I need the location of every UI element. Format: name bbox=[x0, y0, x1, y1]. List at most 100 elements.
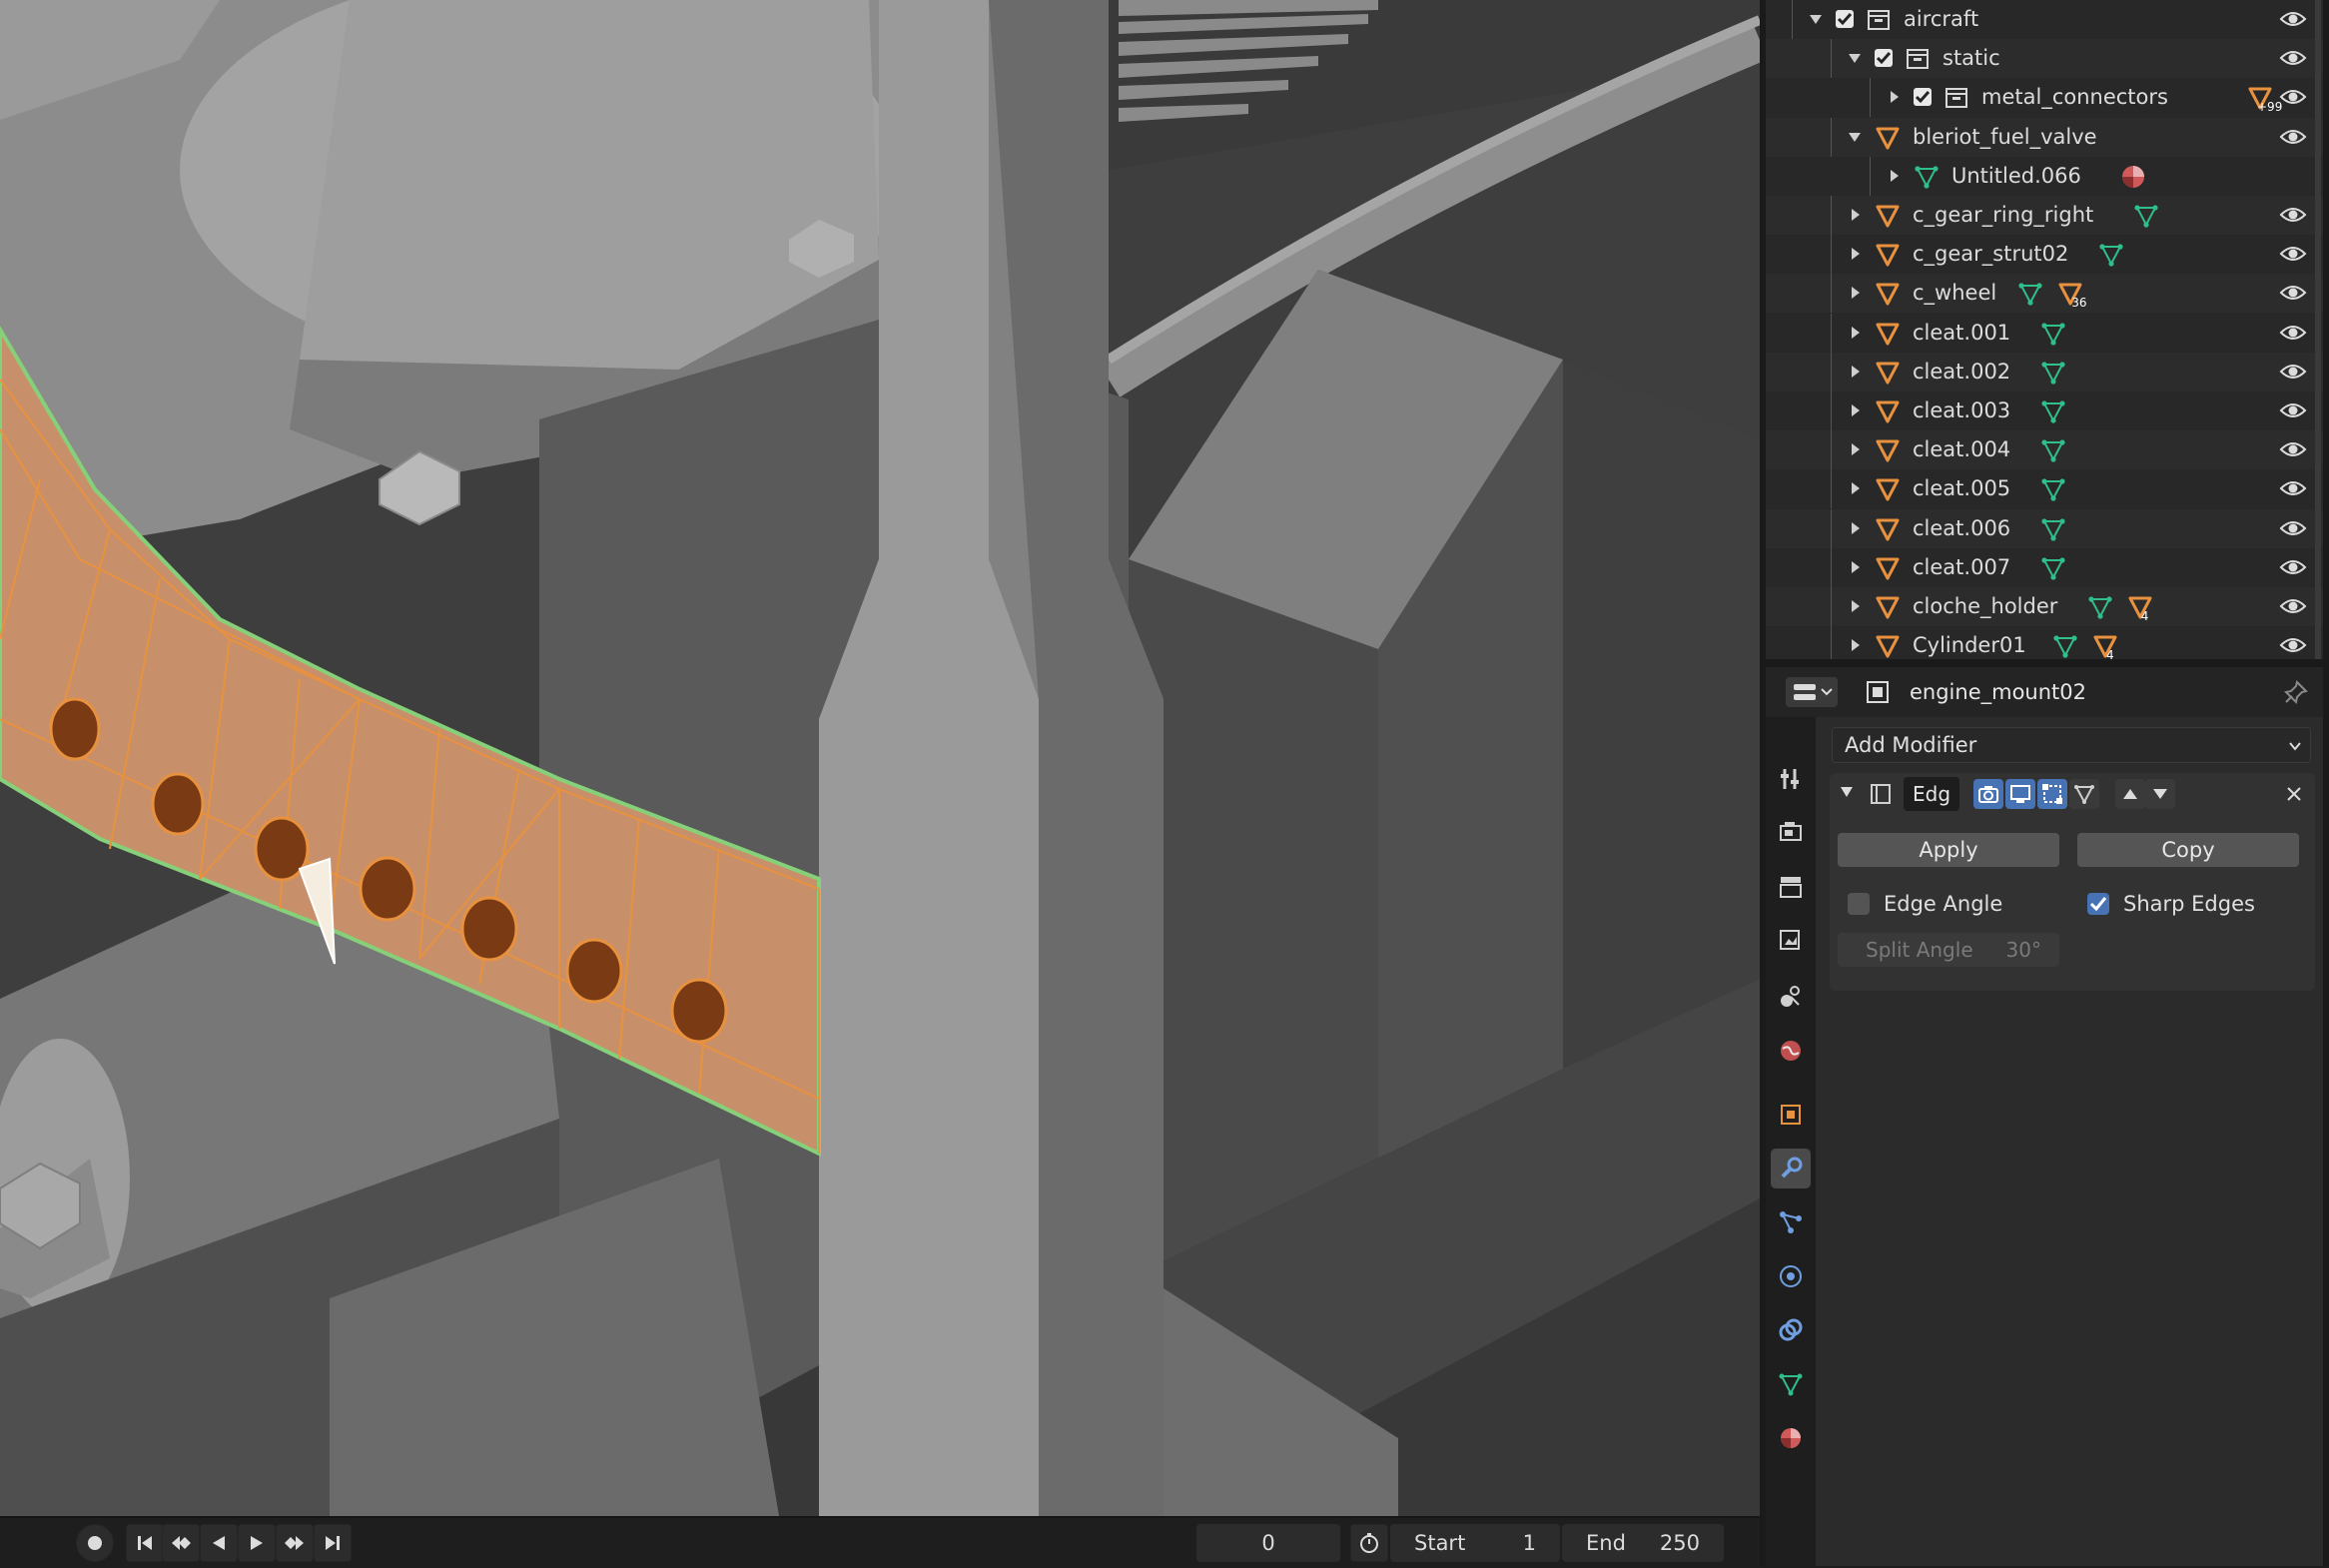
properties-tab-modifier[interactable] bbox=[1771, 1149, 1811, 1188]
expanded-triangle-icon[interactable] bbox=[1847, 129, 1863, 145]
realtime-toggle[interactable] bbox=[2005, 779, 2035, 809]
outliner-row[interactable]: cleat.001 bbox=[1766, 313, 2323, 353]
eye-icon[interactable] bbox=[2279, 634, 2307, 656]
outliner-row[interactable]: cleat.004 bbox=[1766, 430, 2323, 470]
expanded-triangle-icon[interactable] bbox=[1808, 11, 1824, 27]
exclude-checkbox[interactable] bbox=[1875, 49, 1893, 68]
play-reverse-button[interactable] bbox=[200, 1524, 238, 1562]
eye-icon[interactable] bbox=[2279, 517, 2307, 539]
outliner-scrollbar[interactable] bbox=[2315, 0, 2321, 659]
eye-icon[interactable] bbox=[2279, 361, 2307, 383]
render-toggle[interactable] bbox=[1973, 779, 2003, 809]
editor-type-button[interactable] bbox=[1786, 677, 1838, 707]
outliner-row[interactable]: c_gear_ring_right bbox=[1766, 196, 2323, 235]
eye-icon[interactable] bbox=[2279, 204, 2307, 226]
exclude-checkbox[interactable] bbox=[1836, 10, 1854, 28]
editmode-toggle[interactable] bbox=[2037, 779, 2067, 809]
outliner-row[interactable]: cleat.005 bbox=[1766, 469, 2323, 509]
eye-icon[interactable] bbox=[2279, 282, 2307, 304]
start-frame-field[interactable]: Start 1 bbox=[1390, 1524, 1560, 1562]
eye-icon[interactable] bbox=[2279, 47, 2307, 69]
collapsed-triangle-icon[interactable] bbox=[1847, 637, 1863, 653]
outliner-row[interactable]: cleat.006 bbox=[1766, 508, 2323, 548]
collapsed-triangle-icon[interactable] bbox=[1847, 246, 1863, 262]
collapsed-triangle-icon[interactable] bbox=[1847, 285, 1863, 301]
collapsed-triangle-icon[interactable] bbox=[1847, 364, 1863, 380]
outliner-row[interactable]: Cylinder01 4 bbox=[1766, 626, 2323, 659]
current-frame-field[interactable]: 0 bbox=[1196, 1524, 1340, 1562]
outliner-row[interactable]: cleat.007 bbox=[1766, 547, 2323, 587]
playback-settings-button[interactable] bbox=[1350, 1524, 1388, 1562]
eye-icon[interactable] bbox=[2279, 243, 2307, 265]
outliner-row[interactable]: c_gear_strut02 bbox=[1766, 235, 2323, 275]
add-modifier-dropdown[interactable]: Add Modifier bbox=[1832, 727, 2311, 763]
outliner-row[interactable]: cloche_holder 4 bbox=[1766, 587, 2323, 626]
jump-start-button[interactable] bbox=[126, 1524, 164, 1562]
properties-tab-tool[interactable] bbox=[1771, 759, 1811, 799]
outliner-row[interactable]: cleat.003 bbox=[1766, 392, 2323, 430]
eye-icon[interactable] bbox=[2279, 322, 2307, 344]
properties-tab-world[interactable] bbox=[1771, 1031, 1811, 1071]
eye-icon[interactable] bbox=[2279, 556, 2307, 578]
eye-icon[interactable] bbox=[2279, 8, 2307, 30]
collapsed-triangle-icon[interactable] bbox=[1847, 325, 1863, 341]
edge-angle-checkbox[interactable] bbox=[1848, 893, 1870, 915]
outliner-row[interactable]: static bbox=[1766, 39, 2323, 79]
collapsed-triangle-icon[interactable] bbox=[1847, 520, 1863, 536]
outliner-row[interactable]: bleriot_fuel_valve bbox=[1766, 117, 2323, 157]
eye-icon[interactable] bbox=[2279, 86, 2307, 108]
cage-toggle[interactable] bbox=[2069, 779, 2099, 809]
properties-tab-output[interactable] bbox=[1771, 867, 1811, 907]
outliner[interactable]: aircraft static metal_connectors +99 bleriot… bbox=[1766, 0, 2323, 659]
properties-tab-render[interactable] bbox=[1771, 812, 1811, 852]
arrow-down-icon bbox=[2153, 789, 2167, 799]
copy-button[interactable]: Copy bbox=[2077, 833, 2299, 867]
eye-icon[interactable] bbox=[2279, 126, 2307, 148]
play-button[interactable] bbox=[238, 1524, 276, 1562]
collapsed-triangle-icon[interactable] bbox=[1886, 168, 1902, 184]
outliner-row[interactable]: c_wheel 36 bbox=[1766, 274, 2323, 314]
outliner-row[interactable]: metal_connectors +99 bbox=[1766, 78, 2323, 118]
child-count-badge: 4 bbox=[2140, 609, 2149, 623]
remove-modifier-button[interactable] bbox=[2279, 779, 2309, 809]
eye-icon[interactable] bbox=[2279, 477, 2307, 499]
properties-tab-particles[interactable] bbox=[1771, 1202, 1811, 1242]
prev-keyframe-button[interactable] bbox=[162, 1524, 200, 1562]
collapsed-triangle-icon[interactable] bbox=[1847, 480, 1863, 496]
end-frame-field[interactable]: End 250 bbox=[1562, 1524, 1724, 1562]
properties-tab-constraints[interactable] bbox=[1771, 1310, 1811, 1350]
expanded-triangle-icon[interactable] bbox=[1847, 50, 1863, 66]
material-icon bbox=[2122, 165, 2145, 188]
properties-tab-data[interactable] bbox=[1771, 1364, 1811, 1404]
collapsed-triangle-icon[interactable] bbox=[1847, 559, 1863, 575]
collapse-triangle-icon[interactable] bbox=[1840, 785, 1854, 799]
exclude-checkbox[interactable] bbox=[1914, 88, 1932, 107]
eye-icon[interactable] bbox=[2279, 399, 2307, 421]
record-button[interactable] bbox=[76, 1524, 114, 1562]
collapsed-triangle-icon[interactable] bbox=[1847, 598, 1863, 614]
outliner-row[interactable]: aircraft bbox=[1766, 0, 2323, 39]
collapsed-triangle-icon[interactable] bbox=[1847, 441, 1863, 457]
eye-icon[interactable] bbox=[2279, 438, 2307, 460]
3d-viewport[interactable] bbox=[0, 0, 1760, 1516]
collapsed-triangle-icon[interactable] bbox=[1847, 402, 1863, 418]
pin-icon[interactable] bbox=[2283, 679, 2309, 705]
outliner-row[interactable]: cleat.002 bbox=[1766, 352, 2323, 392]
properties-tab-physics[interactable] bbox=[1771, 1256, 1811, 1296]
object-name[interactable]: engine_mount02 bbox=[1910, 667, 2086, 717]
collapsed-triangle-icon[interactable] bbox=[1847, 207, 1863, 223]
collapsed-triangle-icon[interactable] bbox=[1886, 89, 1902, 105]
apply-button[interactable]: Apply bbox=[1838, 833, 2059, 867]
properties-tab-view-layer[interactable] bbox=[1771, 921, 1811, 961]
jump-end-button[interactable] bbox=[314, 1524, 352, 1562]
properties-tab-scene[interactable] bbox=[1771, 977, 1811, 1017]
next-keyframe-button[interactable] bbox=[276, 1524, 314, 1562]
modifier-name-field[interactable]: Edg bbox=[1904, 777, 1959, 811]
outliner-row[interactable]: Untitled.066 bbox=[1766, 156, 2323, 196]
sharp-edges-checkbox[interactable] bbox=[2087, 893, 2109, 915]
properties-tab-object[interactable] bbox=[1771, 1095, 1811, 1135]
move-down-button[interactable] bbox=[2145, 779, 2175, 809]
eye-icon[interactable] bbox=[2279, 595, 2307, 617]
move-up-button[interactable] bbox=[2115, 779, 2145, 809]
properties-tab-material[interactable] bbox=[1771, 1418, 1811, 1458]
